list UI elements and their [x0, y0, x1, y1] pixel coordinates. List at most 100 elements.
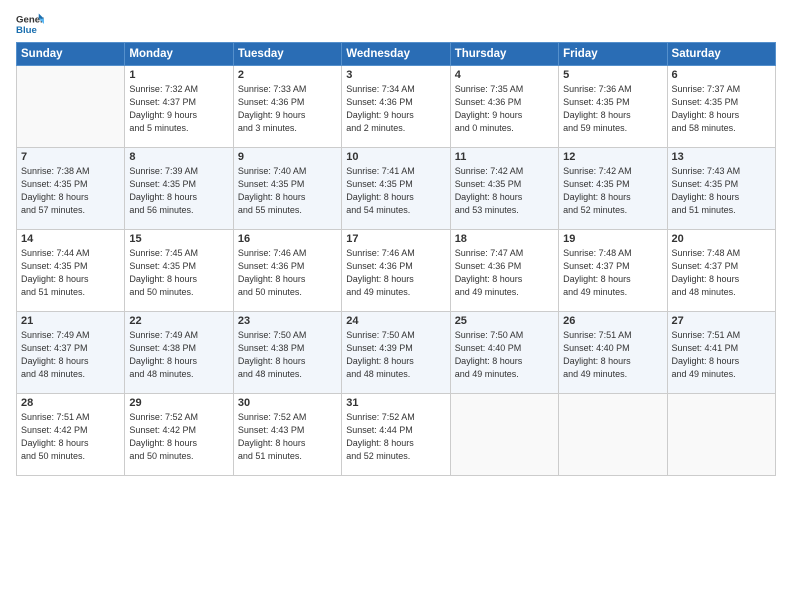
calendar-cell: 28Sunrise: 7:51 AM Sunset: 4:42 PM Dayli… [17, 394, 125, 476]
header-cell-friday: Friday [559, 43, 667, 66]
logo: General Blue [16, 10, 46, 38]
day-info: Sunrise: 7:37 AM Sunset: 4:35 PM Dayligh… [672, 83, 771, 135]
day-number: 21 [21, 315, 120, 327]
calendar-cell: 2 Sunrise: 7:33 AM Sunset: 4:36 PM Daylig… [233, 66, 341, 148]
day-number: 23 [238, 315, 337, 327]
day-number: 12 [563, 151, 662, 163]
header-cell-sunday: Sunday [17, 43, 125, 66]
day-info: Sunrise: 7:40 AM Sunset: 4:35 PM Dayligh… [238, 165, 337, 217]
day-info: Sunrise: 7:49 AM Sunset: 4:37 PM Dayligh… [21, 329, 120, 381]
calendar-cell: 3Sunrise: 7:34 AM Sunset: 4:36 PM Daylig… [342, 66, 450, 148]
day-number: 4 [455, 69, 554, 81]
calendar-cell: 10 Sunrise: 7:41 AM Sunset: 4:35 PM Dayli… [342, 148, 450, 230]
svg-text:Blue: Blue [16, 25, 37, 36]
calendar-cell: 30 Sunrise: 7:52 AM Sunset: 4:43 PM Dayli… [233, 394, 341, 476]
day-number: 7 [21, 151, 120, 163]
calendar-cell [667, 394, 775, 476]
header-cell-saturday: Saturday [667, 43, 775, 66]
day-info: Sunrise: 7:41 AM Sunset: 4:35 PM Dayligh… [346, 165, 445, 217]
header-cell-tuesday: Tuesday [233, 43, 341, 66]
day-number: 30 [238, 397, 337, 409]
day-number: 20 [672, 233, 771, 245]
day-number: 15 [129, 233, 228, 245]
day-number: 27 [672, 315, 771, 327]
calendar-cell: 21 Sunrise: 7:49 AM Sunset: 4:37 PM Dayli… [17, 312, 125, 394]
day-info: Sunrise: 7:48 AM Sunset: 4:37 PM Dayligh… [672, 247, 771, 299]
calendar-cell [450, 394, 558, 476]
calendar-cell: 29 Sunrise: 7:52 AM Sunset: 4:42 PM Dayli… [125, 394, 233, 476]
day-number: 6 [672, 69, 771, 81]
day-number: 19 [563, 233, 662, 245]
calendar-cell: 20 Sunrise: 7:48 AM Sunset: 4:37 PM Dayli… [667, 230, 775, 312]
day-info: Sunrise: 7:43 AM Sunset: 4:35 PM Dayligh… [672, 165, 771, 217]
day-info: Sunrise: 7:51 AM Sunset: 4:40 PM Dayligh… [563, 329, 662, 381]
calendar-cell: 9Sunrise: 7:40 AM Sunset: 4:35 PM Daylig… [233, 148, 341, 230]
calendar-cell: 13 Sunrise: 7:43 AM Sunset: 4:35 PM Dayli… [667, 148, 775, 230]
day-info: Sunrise: 7:52 AM Sunset: 4:43 PM Dayligh… [238, 411, 337, 463]
calendar-cell: 6 Sunrise: 7:37 AM Sunset: 4:35 PM Daylig… [667, 66, 775, 148]
day-info: Sunrise: 7:48 AM Sunset: 4:37 PM Dayligh… [563, 247, 662, 299]
day-number: 13 [672, 151, 771, 163]
calendar-cell: 15 Sunrise: 7:45 AM Sunset: 4:35 PM Dayli… [125, 230, 233, 312]
day-info: Sunrise: 7:42 AM Sunset: 4:35 PM Dayligh… [563, 165, 662, 217]
calendar-cell: 4 Sunrise: 7:35 AM Sunset: 4:36 PM Daylig… [450, 66, 558, 148]
calendar-cell: 25Sunrise: 7:50 AM Sunset: 4:40 PM Dayli… [450, 312, 558, 394]
calendar-cell: 24Sunrise: 7:50 AM Sunset: 4:39 PM Dayli… [342, 312, 450, 394]
day-number: 31 [346, 397, 445, 409]
day-number: 1 [129, 69, 228, 81]
day-number: 2 [238, 69, 337, 81]
header-cell-wednesday: Wednesday [342, 43, 450, 66]
header-cell-monday: Monday [125, 43, 233, 66]
header-row: SundayMondayTuesdayWednesdayThursdayFrid… [17, 43, 776, 66]
day-info: Sunrise: 7:36 AM Sunset: 4:35 PM Dayligh… [563, 83, 662, 135]
day-info: Sunrise: 7:44 AM Sunset: 4:35 PM Dayligh… [21, 247, 120, 299]
calendar-cell: 22 Sunrise: 7:49 AM Sunset: 4:38 PM Dayli… [125, 312, 233, 394]
calendar-table: SundayMondayTuesdayWednesdayThursdayFrid… [16, 42, 776, 476]
calendar-cell: 19 Sunrise: 7:48 AM Sunset: 4:37 PM Dayli… [559, 230, 667, 312]
day-info: Sunrise: 7:33 AM Sunset: 4:36 PM Dayligh… [238, 83, 337, 135]
calendar-cell: 27 Sunrise: 7:51 AM Sunset: 4:41 PM Dayli… [667, 312, 775, 394]
day-number: 25 [455, 315, 554, 327]
day-number: 8 [129, 151, 228, 163]
calendar-cell: 7 Sunrise: 7:38 AM Sunset: 4:35 PM Daylig… [17, 148, 125, 230]
day-info: Sunrise: 7:52 AM Sunset: 4:42 PM Dayligh… [129, 411, 228, 463]
day-info: Sunrise: 7:38 AM Sunset: 4:35 PM Dayligh… [21, 165, 120, 217]
calendar-week-4: 21 Sunrise: 7:49 AM Sunset: 4:37 PM Dayli… [17, 312, 776, 394]
calendar-cell: 1Sunrise: 7:32 AM Sunset: 4:37 PM Daylig… [125, 66, 233, 148]
calendar-week-1: 1Sunrise: 7:32 AM Sunset: 4:37 PM Daylig… [17, 66, 776, 148]
day-info: Sunrise: 7:51 AM Sunset: 4:41 PM Dayligh… [672, 329, 771, 381]
day-number: 14 [21, 233, 120, 245]
day-info: Sunrise: 7:45 AM Sunset: 4:35 PM Dayligh… [129, 247, 228, 299]
calendar-cell: 11 Sunrise: 7:42 AM Sunset: 4:35 PM Dayli… [450, 148, 558, 230]
calendar-cell [17, 66, 125, 148]
day-number: 22 [129, 315, 228, 327]
day-info: Sunrise: 7:39 AM Sunset: 4:35 PM Dayligh… [129, 165, 228, 217]
day-info: Sunrise: 7:34 AM Sunset: 4:36 PM Dayligh… [346, 83, 445, 135]
day-number: 5 [563, 69, 662, 81]
calendar-cell: 26 Sunrise: 7:51 AM Sunset: 4:40 PM Dayli… [559, 312, 667, 394]
day-number: 26 [563, 315, 662, 327]
day-number: 24 [346, 315, 445, 327]
header: General Blue [16, 10, 776, 38]
calendar-cell [559, 394, 667, 476]
day-number: 16 [238, 233, 337, 245]
day-info: Sunrise: 7:35 AM Sunset: 4:36 PM Dayligh… [455, 83, 554, 135]
day-info: Sunrise: 7:42 AM Sunset: 4:35 PM Dayligh… [455, 165, 554, 217]
day-info: Sunrise: 7:47 AM Sunset: 4:36 PM Dayligh… [455, 247, 554, 299]
calendar-cell: 31 Sunrise: 7:52 AM Sunset: 4:44 PM Dayli… [342, 394, 450, 476]
day-info: Sunrise: 7:49 AM Sunset: 4:38 PM Dayligh… [129, 329, 228, 381]
day-number: 17 [346, 233, 445, 245]
calendar-cell: 18Sunrise: 7:47 AM Sunset: 4:36 PM Dayli… [450, 230, 558, 312]
calendar-week-5: 28Sunrise: 7:51 AM Sunset: 4:42 PM Dayli… [17, 394, 776, 476]
calendar-cell: 17 Sunrise: 7:46 AM Sunset: 4:36 PM Dayli… [342, 230, 450, 312]
day-number: 29 [129, 397, 228, 409]
day-info: Sunrise: 7:52 AM Sunset: 4:44 PM Dayligh… [346, 411, 445, 463]
day-info: Sunrise: 7:46 AM Sunset: 4:36 PM Dayligh… [346, 247, 445, 299]
day-info: Sunrise: 7:51 AM Sunset: 4:42 PM Dayligh… [21, 411, 120, 463]
day-number: 11 [455, 151, 554, 163]
calendar-cell: 8 Sunrise: 7:39 AM Sunset: 4:35 PM Daylig… [125, 148, 233, 230]
calendar-cell: 12 Sunrise: 7:42 AM Sunset: 4:35 PM Dayli… [559, 148, 667, 230]
day-info: Sunrise: 7:46 AM Sunset: 4:36 PM Dayligh… [238, 247, 337, 299]
day-number: 10 [346, 151, 445, 163]
page-container: General Blue SundayMondayTuesdayWednesda… [0, 0, 792, 486]
